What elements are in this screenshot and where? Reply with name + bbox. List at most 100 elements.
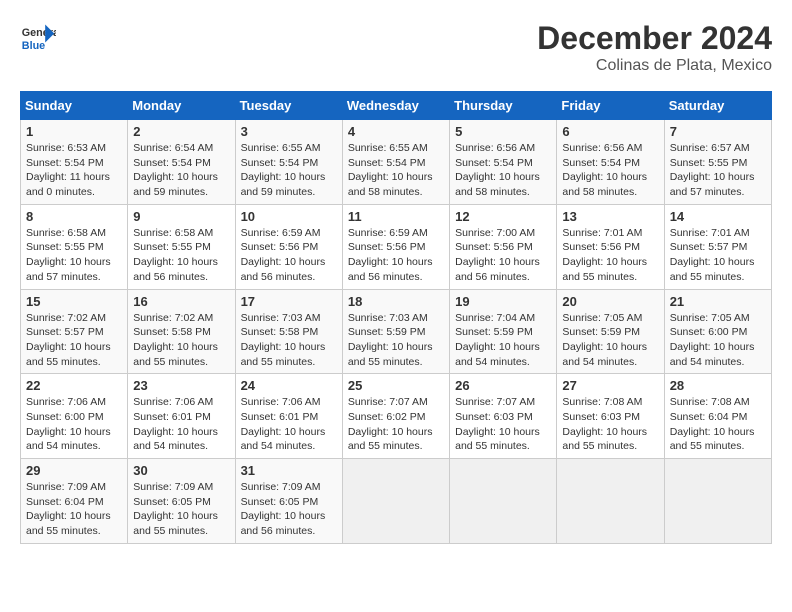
- table-row: 29 Sunrise: 7:09 AMSunset: 6:04 PMDayligh…: [21, 459, 128, 544]
- day-number: 13: [562, 209, 658, 224]
- table-row: 5 Sunrise: 6:56 AMSunset: 5:54 PMDaylight…: [450, 120, 557, 205]
- day-info: Sunrise: 7:09 AMSunset: 6:04 PMDaylight:…: [26, 481, 111, 537]
- day-number: 29: [26, 463, 122, 478]
- table-row: 3 Sunrise: 6:55 AMSunset: 5:54 PMDaylight…: [235, 120, 342, 205]
- day-number: 12: [455, 209, 551, 224]
- day-number: 16: [133, 294, 229, 309]
- table-row: 7 Sunrise: 6:57 AMSunset: 5:55 PMDaylight…: [664, 120, 771, 205]
- logo-icon: General Blue: [20, 20, 56, 56]
- day-number: 18: [348, 294, 444, 309]
- table-row: 23Sunrise: 7:06 AMSunset: 6:01 PMDayligh…: [128, 374, 235, 459]
- day-info: Sunrise: 6:59 AMSunset: 5:56 PMDaylight:…: [241, 227, 326, 283]
- day-info: Sunrise: 6:57 AMSunset: 5:55 PMDaylight:…: [670, 142, 755, 198]
- table-row: 18 Sunrise: 7:03 AMSunset: 5:59 PMDayligh…: [342, 289, 449, 374]
- day-info: Sunrise: 7:07 AMSunset: 6:03 PMDaylight:…: [455, 396, 540, 452]
- day-info: Sunrise: 7:08 AMSunset: 6:04 PMDaylight:…: [670, 396, 755, 452]
- week-row-4: 22 Sunrise: 7:06 AMSunset: 6:00 PMDayligh…: [21, 374, 772, 459]
- day-number: 22: [26, 378, 122, 393]
- day-header-thursday: Thursday: [450, 92, 557, 120]
- table-row: 1 Sunrise: 6:53 AMSunset: 5:54 PMDaylight…: [21, 120, 128, 205]
- day-number: 4: [348, 124, 444, 139]
- day-number: 27: [562, 378, 658, 393]
- day-number: 9: [133, 209, 229, 224]
- logo: General Blue: [20, 20, 56, 56]
- table-row: 4 Sunrise: 6:55 AMSunset: 5:54 PMDaylight…: [342, 120, 449, 205]
- day-info: Sunrise: 6:55 AMSunset: 5:54 PMDaylight:…: [241, 142, 326, 198]
- day-info: Sunrise: 7:06 AMSunset: 6:00 PMDaylight:…: [26, 396, 111, 452]
- day-number: 25: [348, 378, 444, 393]
- day-number: 10: [241, 209, 337, 224]
- day-info: Sunrise: 7:02 AMSunset: 5:58 PMDaylight:…: [133, 312, 218, 368]
- week-row-2: 8 Sunrise: 6:58 AMSunset: 5:55 PMDaylight…: [21, 204, 772, 289]
- table-row: 17Sunrise: 7:03 AMSunset: 5:58 PMDayligh…: [235, 289, 342, 374]
- day-number: 31: [241, 463, 337, 478]
- table-row: 14 Sunrise: 7:01 AMSunset: 5:57 PMDayligh…: [664, 204, 771, 289]
- day-number: 8: [26, 209, 122, 224]
- day-info: Sunrise: 7:01 AMSunset: 5:57 PMDaylight:…: [670, 227, 755, 283]
- table-row: 25 Sunrise: 7:07 AMSunset: 6:02 PMDayligh…: [342, 374, 449, 459]
- day-info: Sunrise: 7:00 AMSunset: 5:56 PMDaylight:…: [455, 227, 540, 283]
- day-info: Sunrise: 7:06 AMSunset: 6:01 PMDaylight:…: [241, 396, 326, 452]
- day-number: 7: [670, 124, 766, 139]
- day-info: Sunrise: 6:56 AMSunset: 5:54 PMDaylight:…: [562, 142, 647, 198]
- table-row: 12 Sunrise: 7:00 AMSunset: 5:56 PMDayligh…: [450, 204, 557, 289]
- table-row: 16 Sunrise: 7:02 AMSunset: 5:58 PMDayligh…: [128, 289, 235, 374]
- day-headers-row: SundayMondayTuesdayWednesdayThursdayFrid…: [21, 92, 772, 120]
- day-info: Sunrise: 6:53 AMSunset: 5:54 PMDaylight:…: [26, 142, 110, 198]
- table-row: [664, 459, 771, 544]
- day-info: Sunrise: 7:01 AMSunset: 5:56 PMDaylight:…: [562, 227, 647, 283]
- day-number: 2: [133, 124, 229, 139]
- day-info: Sunrise: 6:56 AMSunset: 5:54 PMDaylight:…: [455, 142, 540, 198]
- day-info: Sunrise: 7:08 AMSunset: 6:03 PMDaylight:…: [562, 396, 647, 452]
- day-number: 26: [455, 378, 551, 393]
- table-row: [342, 459, 449, 544]
- day-info: Sunrise: 7:05 AMSunset: 5:59 PMDaylight:…: [562, 312, 647, 368]
- day-header-wednesday: Wednesday: [342, 92, 449, 120]
- day-info: Sunrise: 7:07 AMSunset: 6:02 PMDaylight:…: [348, 396, 433, 452]
- day-info: Sunrise: 7:03 AMSunset: 5:59 PMDaylight:…: [348, 312, 433, 368]
- day-info: Sunrise: 7:05 AMSunset: 6:00 PMDaylight:…: [670, 312, 755, 368]
- table-row: 27 Sunrise: 7:08 AMSunset: 6:03 PMDayligh…: [557, 374, 664, 459]
- svg-text:Blue: Blue: [22, 40, 45, 52]
- day-number: 21: [670, 294, 766, 309]
- table-row: 8 Sunrise: 6:58 AMSunset: 5:55 PMDaylight…: [21, 204, 128, 289]
- day-number: 28: [670, 378, 766, 393]
- day-header-friday: Friday: [557, 92, 664, 120]
- day-info: Sunrise: 6:59 AMSunset: 5:56 PMDaylight:…: [348, 227, 433, 283]
- table-row: 28 Sunrise: 7:08 AMSunset: 6:04 PMDayligh…: [664, 374, 771, 459]
- day-header-tuesday: Tuesday: [235, 92, 342, 120]
- week-row-1: 1 Sunrise: 6:53 AMSunset: 5:54 PMDaylight…: [21, 120, 772, 205]
- table-row: 22 Sunrise: 7:06 AMSunset: 6:00 PMDayligh…: [21, 374, 128, 459]
- day-number: 1: [26, 124, 122, 139]
- title-block: December 2024 Colinas de Plata, Mexico: [537, 20, 772, 75]
- month-title: December 2024: [537, 20, 772, 57]
- day-number: 5: [455, 124, 551, 139]
- table-row: 6 Sunrise: 6:56 AMSunset: 5:54 PMDaylight…: [557, 120, 664, 205]
- day-number: 6: [562, 124, 658, 139]
- table-row: 24 Sunrise: 7:06 AMSunset: 6:01 PMDayligh…: [235, 374, 342, 459]
- day-info: Sunrise: 6:58 AMSunset: 5:55 PMDaylight:…: [26, 227, 111, 283]
- table-row: 20 Sunrise: 7:05 AMSunset: 5:59 PMDayligh…: [557, 289, 664, 374]
- location-subtitle: Colinas de Plata, Mexico: [537, 57, 772, 75]
- table-row: [450, 459, 557, 544]
- table-row: 21 Sunrise: 7:05 AMSunset: 6:00 PMDayligh…: [664, 289, 771, 374]
- week-row-3: 15Sunrise: 7:02 AMSunset: 5:57 PMDayligh…: [21, 289, 772, 374]
- day-number: 3: [241, 124, 337, 139]
- day-number: 14: [670, 209, 766, 224]
- day-info: Sunrise: 7:06 AMSunset: 6:01 PMDaylight:…: [133, 396, 218, 452]
- day-info: Sunrise: 6:55 AMSunset: 5:54 PMDaylight:…: [348, 142, 433, 198]
- table-row: 13 Sunrise: 7:01 AMSunset: 5:56 PMDayligh…: [557, 204, 664, 289]
- day-number: 24: [241, 378, 337, 393]
- day-info: Sunrise: 7:09 AMSunset: 6:05 PMDaylight:…: [241, 481, 326, 537]
- day-number: 30: [133, 463, 229, 478]
- page-header: General Blue December 2024 Colinas de Pl…: [20, 20, 772, 75]
- table-row: 11Sunrise: 6:59 AMSunset: 5:56 PMDayligh…: [342, 204, 449, 289]
- table-row: 30Sunrise: 7:09 AMSunset: 6:05 PMDayligh…: [128, 459, 235, 544]
- table-row: 26 Sunrise: 7:07 AMSunset: 6:03 PMDayligh…: [450, 374, 557, 459]
- day-info: Sunrise: 6:58 AMSunset: 5:55 PMDaylight:…: [133, 227, 218, 283]
- week-row-5: 29 Sunrise: 7:09 AMSunset: 6:04 PMDayligh…: [21, 459, 772, 544]
- day-number: 15: [26, 294, 122, 309]
- table-row: 15Sunrise: 7:02 AMSunset: 5:57 PMDayligh…: [21, 289, 128, 374]
- table-row: 31 Sunrise: 7:09 AMSunset: 6:05 PMDayligh…: [235, 459, 342, 544]
- day-number: 20: [562, 294, 658, 309]
